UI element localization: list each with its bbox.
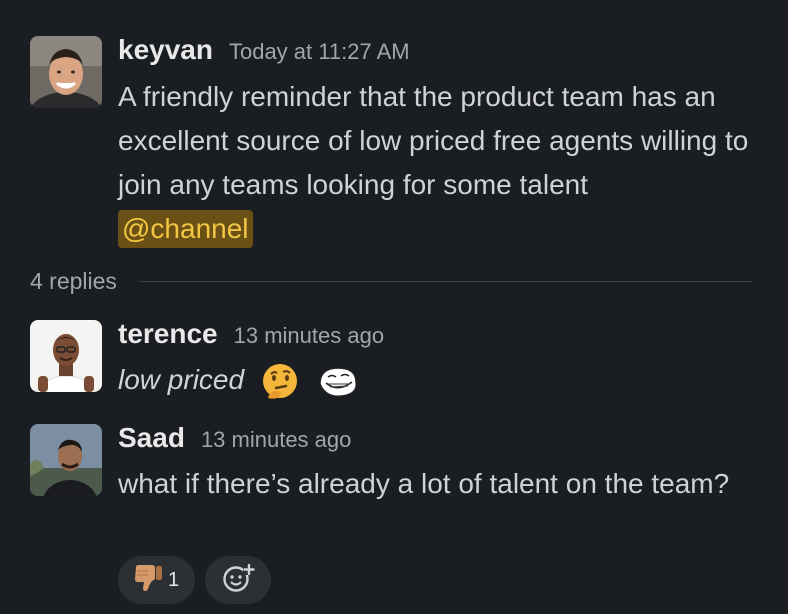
message-body: what if there’s already a lot of talent … xyxy=(118,462,768,506)
message-body: A friendly reminder that the product tea… xyxy=(118,75,768,251)
replies-count-label[interactable]: 4 replies xyxy=(30,268,117,295)
terence-avatar[interactable] xyxy=(30,320,102,392)
message-timestamp[interactable]: 13 minutes ago xyxy=(201,427,351,453)
message-body: low priced xyxy=(118,358,768,402)
message-text: low priced xyxy=(118,364,245,395)
saad-avatar[interactable] xyxy=(30,424,102,496)
keyvan-avatar[interactable] xyxy=(30,36,102,108)
thread-replies-divider: 4 replies xyxy=(30,268,752,295)
thinking-face-icon xyxy=(258,362,302,402)
thumbs-down-reaction[interactable]: 1 xyxy=(118,556,196,604)
author-name[interactable]: keyvan xyxy=(118,34,213,66)
add-reaction-button[interactable] xyxy=(205,556,272,604)
divider-line xyxy=(138,281,752,282)
channel-mention[interactable]: @channel xyxy=(118,210,253,248)
reactions-bar: 1 xyxy=(118,556,272,604)
author-name[interactable]: Saad xyxy=(118,422,185,454)
author-name[interactable]: terence xyxy=(118,318,218,350)
trollface-icon xyxy=(316,362,360,402)
message-timestamp[interactable]: Today at 11:27 AM xyxy=(229,39,410,65)
reaction-count: 1 xyxy=(168,568,180,591)
message-text: what if there’s already a lot of talent … xyxy=(118,468,730,499)
add-reaction-icon xyxy=(221,562,256,599)
message-text: A friendly reminder that the product tea… xyxy=(118,81,749,200)
message-timestamp[interactable]: 13 minutes ago xyxy=(234,323,384,349)
thumbs-down-icon xyxy=(132,563,164,598)
